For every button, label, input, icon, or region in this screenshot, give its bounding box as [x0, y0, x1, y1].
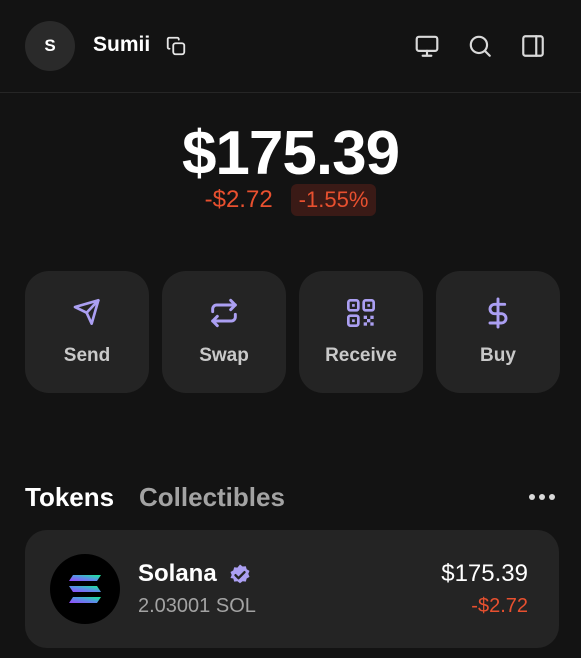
send-label: Send	[63, 345, 111, 366]
total-balance: $175.39	[181, 119, 400, 188]
solana-logo-icon	[50, 554, 120, 624]
token-amount: 2.03001 SOL	[138, 595, 256, 617]
search-icon[interactable]	[467, 33, 493, 59]
avatar[interactable]: S	[25, 21, 75, 71]
send-button[interactable]: Send	[25, 271, 149, 393]
qr-code-icon	[345, 297, 377, 329]
sidebar-icon[interactable]	[520, 33, 546, 59]
change-usd: -$2.72	[204, 186, 273, 213]
copy-icon[interactable]	[165, 35, 187, 57]
more-options-icon[interactable]	[527, 487, 557, 507]
token-row-solana[interactable]: Solana 2.03001 SOL $175.39 -$2.72	[25, 530, 559, 648]
balance-change: -$2.72 -1.55%	[0, 184, 581, 216]
receive-button[interactable]: Receive	[299, 271, 423, 393]
buy-button[interactable]: Buy	[436, 271, 560, 393]
token-name: Solana	[138, 560, 217, 587]
account-name[interactable]: Sumii	[93, 33, 150, 57]
tab-collectibles[interactable]: Collectibles	[139, 482, 285, 513]
token-value: $175.39	[441, 560, 528, 587]
buy-label: Buy	[480, 345, 516, 366]
send-icon	[71, 297, 103, 329]
verified-badge-icon	[228, 563, 252, 587]
tab-tokens[interactable]: Tokens	[25, 482, 114, 513]
receive-label: Receive	[325, 345, 397, 366]
monitor-icon[interactable]	[414, 33, 440, 59]
swap-button[interactable]: Swap	[162, 271, 286, 393]
swap-label: Swap	[199, 345, 249, 366]
dollar-icon	[482, 297, 514, 329]
change-percent-badge: -1.55%	[290, 184, 377, 216]
swap-icon	[208, 297, 240, 329]
header: S Sumii	[0, 0, 581, 93]
token-change: -$2.72	[471, 595, 528, 617]
